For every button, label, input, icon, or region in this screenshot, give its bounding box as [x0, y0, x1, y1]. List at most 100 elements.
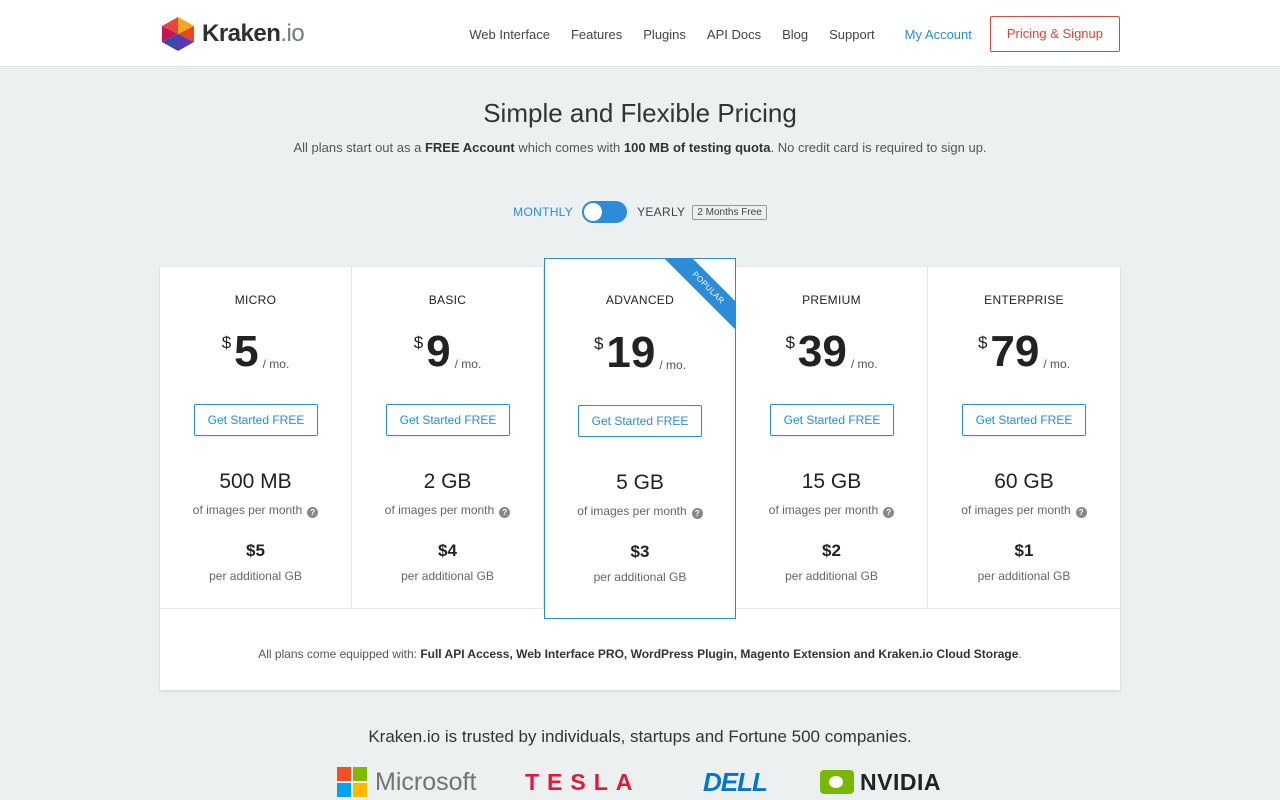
- plan-name: BASIC: [428, 293, 467, 307]
- plan-name: PREMIUM: [802, 293, 861, 307]
- quota-label: of images per month?: [352, 503, 543, 518]
- quota-label: of images per month?: [160, 503, 351, 518]
- yearly-label[interactable]: YEARLY: [637, 205, 685, 219]
- switch-knob: [584, 203, 603, 221]
- my-account-link[interactable]: My Account: [905, 27, 972, 42]
- subtitle-text-3: . No credit card is required to sign up.: [770, 140, 987, 155]
- kraken-logo-icon: [162, 17, 194, 51]
- billing-switch[interactable]: [582, 201, 628, 223]
- get-started-button[interactable]: Get Started FREE: [962, 404, 1086, 436]
- price-period: / mo.: [850, 357, 878, 371]
- plan-quota: 2 GB: [423, 470, 472, 493]
- page-subtitle: All plans start out as a FREE Account wh…: [0, 140, 1280, 155]
- plan-name: ADVANCED: [605, 293, 675, 307]
- subtitle-text-2: which comes with: [514, 140, 624, 155]
- additional-gb-label: per additional GB: [209, 569, 302, 583]
- help-icon[interactable]: ?: [499, 507, 511, 518]
- price-amount: 5: [234, 327, 259, 376]
- subtitle-testing-quota: 100 MB of testing quota: [623, 140, 771, 155]
- plan-price: $ 9 / mo.: [352, 329, 543, 379]
- quota-label-text: of images per month: [384, 503, 495, 517]
- help-icon[interactable]: ?: [691, 508, 703, 519]
- price-amount: 9: [426, 327, 451, 376]
- plan-quota: 5 GB: [616, 471, 664, 494]
- price-period: / mo.: [454, 357, 482, 371]
- help-icon[interactable]: ?: [307, 507, 319, 518]
- nvidia-wordmark: NVIDIA: [860, 768, 941, 795]
- get-started-button[interactable]: Get Started FREE: [578, 405, 702, 437]
- quota-label: of images per month?: [736, 503, 927, 518]
- main-nav: Web Interface Features Plugins API Docs …: [448, 16, 1120, 52]
- currency-symbol: $: [413, 333, 424, 352]
- help-icon[interactable]: ?: [883, 507, 895, 518]
- nvidia-eye-icon: [820, 770, 854, 794]
- nav-api-docs[interactable]: API Docs: [707, 27, 761, 42]
- get-started-button[interactable]: Get Started FREE: [194, 404, 318, 436]
- client-logos: Microsoft TESLA DELL NVIDIA: [0, 762, 1280, 800]
- pricing-table: MICRO $ 5 / mo. Get Started FREE 500 MB …: [160, 258, 1120, 690]
- additional-gb-label: per additional GB: [785, 569, 878, 583]
- equipped-prefix: All plans come equipped with:: [258, 647, 421, 661]
- quota-label: of images per month?: [545, 504, 735, 519]
- plan-name: ENTERPRISE: [984, 293, 1064, 307]
- quota-label-text: of images per month: [768, 503, 879, 517]
- help-icon[interactable]: ?: [1075, 507, 1087, 518]
- plan-price: $ 19 / mo.: [545, 330, 735, 380]
- get-started-button[interactable]: Get Started FREE: [386, 404, 510, 436]
- billing-period-toggle: MONTHLY YEARLY 2 Months Free: [0, 201, 1280, 223]
- dell-wordmark: DELL: [703, 766, 768, 797]
- equipped-features: Full API Access, Web Interface PRO, Word…: [420, 647, 1019, 661]
- plan-advanced: POPULAR ADVANCED $ 19 / mo. Get Started …: [544, 258, 736, 619]
- equipped-features-note: All plans come equipped with: Full API A…: [160, 647, 1120, 661]
- monthly-label[interactable]: MONTHLY: [513, 205, 573, 219]
- plan-premium: PREMIUM $ 39 / mo. Get Started FREE 15 G…: [736, 267, 928, 609]
- price-period: / mo.: [659, 358, 687, 372]
- plan-name: MICRO: [234, 293, 277, 307]
- plan-micro: MICRO $ 5 / mo. Get Started FREE 500 MB …: [160, 267, 352, 609]
- plan-quota: 500 MB: [219, 470, 292, 493]
- dell-logo: DELL: [703, 766, 768, 798]
- price-period: / mo.: [1043, 357, 1071, 371]
- tesla-wordmark: TESLA: [525, 768, 641, 795]
- additional-gb-label: per additional GB: [593, 570, 687, 584]
- nav-web-interface[interactable]: Web Interface: [469, 27, 550, 42]
- nav-plugins[interactable]: Plugins: [643, 27, 686, 42]
- additional-gb-label: per additional GB: [401, 569, 494, 583]
- subtitle-free-account: FREE Account: [424, 140, 515, 155]
- microsoft-windows-icon: [337, 767, 367, 797]
- currency-symbol: $: [785, 333, 795, 352]
- tesla-logo: TESLA: [525, 766, 640, 798]
- top-navbar: Kraken.io Web Interface Features Plugins…: [0, 0, 1280, 67]
- plan-price: $ 39 / mo.: [736, 329, 927, 379]
- nav-blog[interactable]: Blog: [782, 27, 808, 42]
- months-free-badge: 2 Months Free: [692, 204, 767, 220]
- pricing-signup-button[interactable]: Pricing & Signup: [989, 16, 1120, 52]
- additional-gb-price: $2: [822, 541, 841, 560]
- quota-label-text: of images per month: [577, 504, 687, 518]
- microsoft-logo: Microsoft: [337, 766, 476, 798]
- currency-symbol: $: [221, 333, 232, 352]
- logo-wordmark: Kraken.io: [202, 20, 305, 47]
- nav-support[interactable]: Support: [829, 27, 875, 42]
- get-started-button[interactable]: Get Started FREE: [770, 404, 894, 436]
- additional-gb-price: $4: [438, 541, 457, 560]
- additional-gb-label: per additional GB: [977, 569, 1071, 583]
- trusted-by-heading: Kraken.io is trusted by individuals, sta…: [368, 727, 912, 746]
- subtitle-text-1: All plans start out as a: [293, 140, 425, 155]
- plan-basic: BASIC $ 9 / mo. Get Started FREE 2 GB of…: [352, 267, 544, 609]
- plan-price: $ 5 / mo.: [160, 329, 351, 379]
- kraken-logo[interactable]: Kraken.io: [160, 17, 305, 51]
- price-amount: 19: [606, 328, 656, 377]
- nav-features[interactable]: Features: [571, 27, 622, 42]
- plan-price: $ 79 / mo.: [928, 329, 1120, 379]
- price-amount: 79: [990, 327, 1040, 376]
- additional-gb-price: $3: [630, 542, 650, 561]
- quota-label-text: of images per month: [192, 503, 303, 517]
- currency-symbol: $: [977, 333, 988, 352]
- quota-label-text: of images per month: [961, 503, 1071, 517]
- plan-enterprise: ENTERPRISE $ 79 / mo. Get Started FREE 6…: [928, 267, 1120, 609]
- nvidia-logo: NVIDIA: [820, 766, 941, 798]
- microsoft-wordmark: Microsoft: [375, 767, 477, 796]
- page-title: Simple and Flexible Pricing: [483, 98, 797, 128]
- additional-gb-price: $5: [246, 541, 265, 560]
